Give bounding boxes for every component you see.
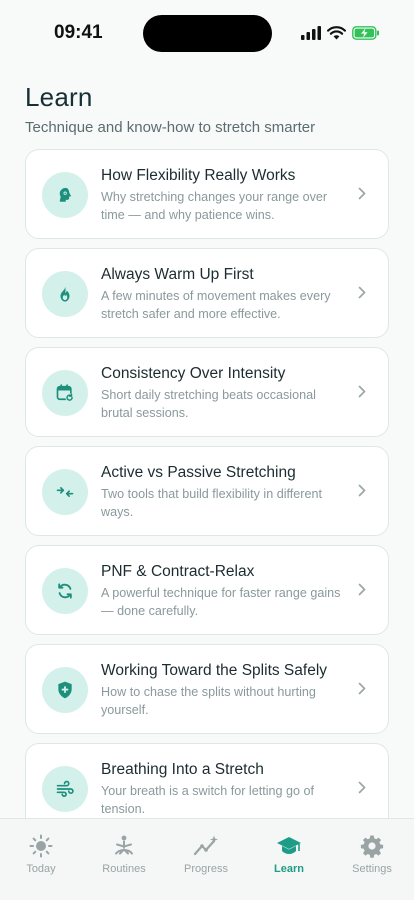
tab-today[interactable]: Today: [1, 833, 81, 875]
article-description: How to chase the splits without hurting …: [101, 685, 316, 717]
wind-icon: [42, 766, 88, 812]
article-title: Working Toward the Splits Safely: [101, 662, 328, 679]
tab-routines[interactable]: Routines: [84, 833, 164, 875]
graduation-cap-icon: [249, 833, 329, 859]
article-title: How Flexibility Really Works: [101, 167, 296, 184]
article-card-active-passive[interactable]: Active vs Passive Stretching Two tools t…: [25, 446, 389, 536]
page-subtitle: Technique and know-how to stretch smarte…: [25, 119, 316, 136]
chevron-right-icon: [358, 682, 366, 695]
article-list: How Flexibility Really Works Why stretch…: [25, 149, 389, 842]
tab-label: Progress: [183, 863, 229, 875]
article-title: Breathing Into a Stretch: [101, 761, 264, 778]
shield-plus-icon: [42, 667, 88, 713]
article-description: A few minutes of movement makes every st…: [101, 289, 331, 321]
page-header: Learn Technique and know-how to stretch …: [25, 82, 315, 136]
battery-charging-icon: [352, 26, 379, 40]
tab-label: Settings: [352, 863, 392, 875]
brain-head-icon: [42, 172, 88, 218]
article-card-flexibility[interactable]: How Flexibility Really Works Why stretch…: [25, 149, 389, 239]
sun-icon: [1, 833, 81, 859]
article-title: PNF & Contract-Relax: [101, 563, 255, 580]
signal-icon: [301, 26, 321, 40]
article-title: Active vs Passive Stretching: [101, 464, 296, 481]
gear-icon: [332, 833, 412, 859]
tab-label: Learn: [274, 863, 304, 875]
status-time: 09:41: [54, 22, 103, 43]
wifi-icon: [327, 26, 346, 40]
chevron-right-icon: [358, 484, 366, 497]
article-description: Why stretching changes your range over t…: [101, 190, 328, 222]
article-card-splits[interactable]: Working Toward the Splits Safely How to …: [25, 644, 389, 734]
article-description: A powerful technique for faster range ga…: [101, 586, 341, 618]
tab-progress[interactable]: Progress: [166, 833, 246, 875]
tab-learn[interactable]: Learn: [249, 833, 329, 875]
tab-settings[interactable]: Settings: [332, 833, 412, 875]
article-description: Short daily stretching beats occasional …: [101, 388, 316, 420]
flame-icon: [42, 271, 88, 317]
chevron-right-icon: [358, 583, 366, 596]
tab-label: Routines: [102, 863, 146, 875]
article-card-warm-up[interactable]: Always Warm Up First A few minutes of mo…: [25, 248, 389, 338]
article-card-pnf[interactable]: PNF & Contract-Relax A powerful techniqu…: [25, 545, 389, 635]
chevron-right-icon: [358, 286, 366, 299]
article-title: Always Warm Up First: [101, 266, 254, 283]
chevron-right-icon: [358, 385, 366, 398]
yoga-figure-icon: [84, 833, 164, 859]
article-description: Your breath is a switch for letting go o…: [101, 784, 315, 816]
tab-bar: Today Routines Progress Learn Settings: [0, 818, 414, 900]
status-bar: 09:41: [0, 0, 414, 66]
tab-label: Today: [26, 863, 56, 875]
dynamic-island: [143, 15, 272, 52]
page-title: Learn: [25, 82, 93, 112]
chevron-right-icon: [358, 781, 366, 794]
calendar-repeat-icon: [42, 370, 88, 416]
trend-sparkle-icon: [166, 833, 246, 859]
arrows-inward-icon: [42, 469, 88, 515]
article-title: Consistency Over Intensity: [101, 365, 286, 382]
cycle-arrows-icon: [42, 568, 88, 614]
article-card-consistency[interactable]: Consistency Over Intensity Short daily s…: [25, 347, 389, 437]
status-icons: [301, 24, 380, 42]
article-description: Two tools that build flexibility in diff…: [101, 487, 322, 519]
chevron-right-icon: [358, 187, 366, 200]
